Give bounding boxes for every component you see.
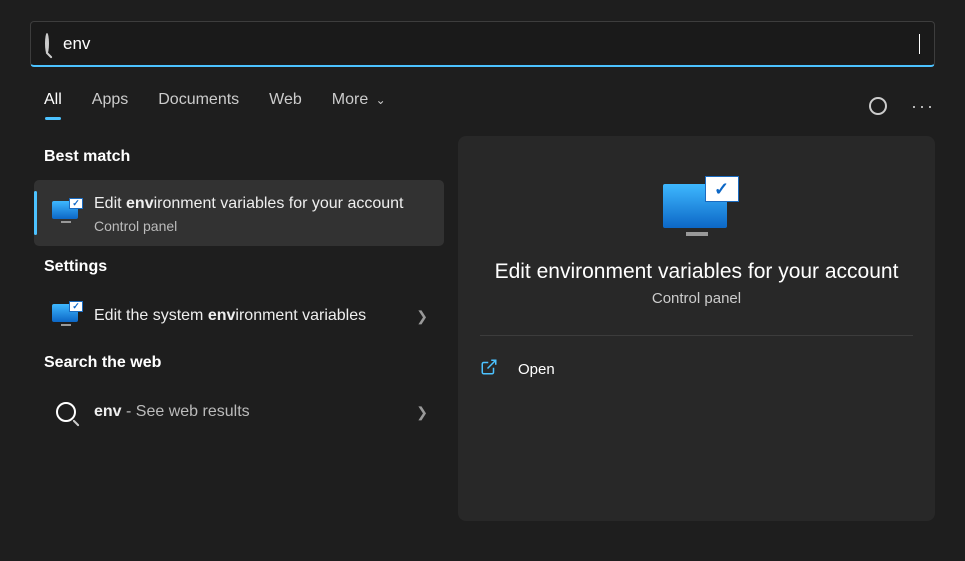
search-box[interactable] [30,21,935,67]
chevron-right-icon: ❯ [416,308,428,325]
tab-all[interactable]: All [44,91,62,120]
preview-icon: ✓ [480,160,913,260]
more-options-button[interactable]: ··· [911,97,935,115]
text-caret [919,34,920,54]
divider [480,335,913,336]
section-best-match: Best match [34,136,444,180]
control-panel-icon: ✓ [52,302,80,330]
open-external-icon [480,358,498,380]
cortana-icon[interactable] [869,97,887,115]
results-panel: Best match ✓ Edit environment variables … [34,136,444,521]
tab-web[interactable]: Web [269,91,302,120]
section-search-web: Search the web [34,342,444,386]
result-title: env - See web results [94,400,402,424]
search-icon [52,398,80,426]
result-title: Edit environment variables for your acco… [94,192,428,216]
preview-panel: ✓ Edit environment variables for your ac… [458,136,935,521]
open-action[interactable]: Open [480,352,913,386]
section-settings: Settings [34,246,444,290]
search-icon [45,35,49,53]
preview-subtitle: Control panel [480,290,913,307]
tab-documents[interactable]: Documents [158,91,239,120]
chevron-right-icon: ❯ [416,404,428,421]
tab-apps[interactable]: Apps [92,91,128,120]
result-subtitle: Control panel [94,218,428,234]
result-best-match[interactable]: ✓ Edit environment variables for your ac… [34,180,444,246]
result-settings[interactable]: ✓ Edit the system environment variables … [34,290,444,342]
filter-tabs: All Apps Documents Web More ⌄ [44,91,386,120]
control-panel-icon: ✓ [52,199,80,227]
result-web[interactable]: env - See web results ❯ [34,386,444,438]
preview-title: Edit environment variables for your acco… [480,260,913,284]
chevron-down-icon: ⌄ [372,93,385,107]
search-input[interactable] [63,34,919,54]
action-label: Open [518,361,555,378]
result-title: Edit the system environment variables [94,304,402,328]
tab-more[interactable]: More ⌄ [332,91,386,120]
